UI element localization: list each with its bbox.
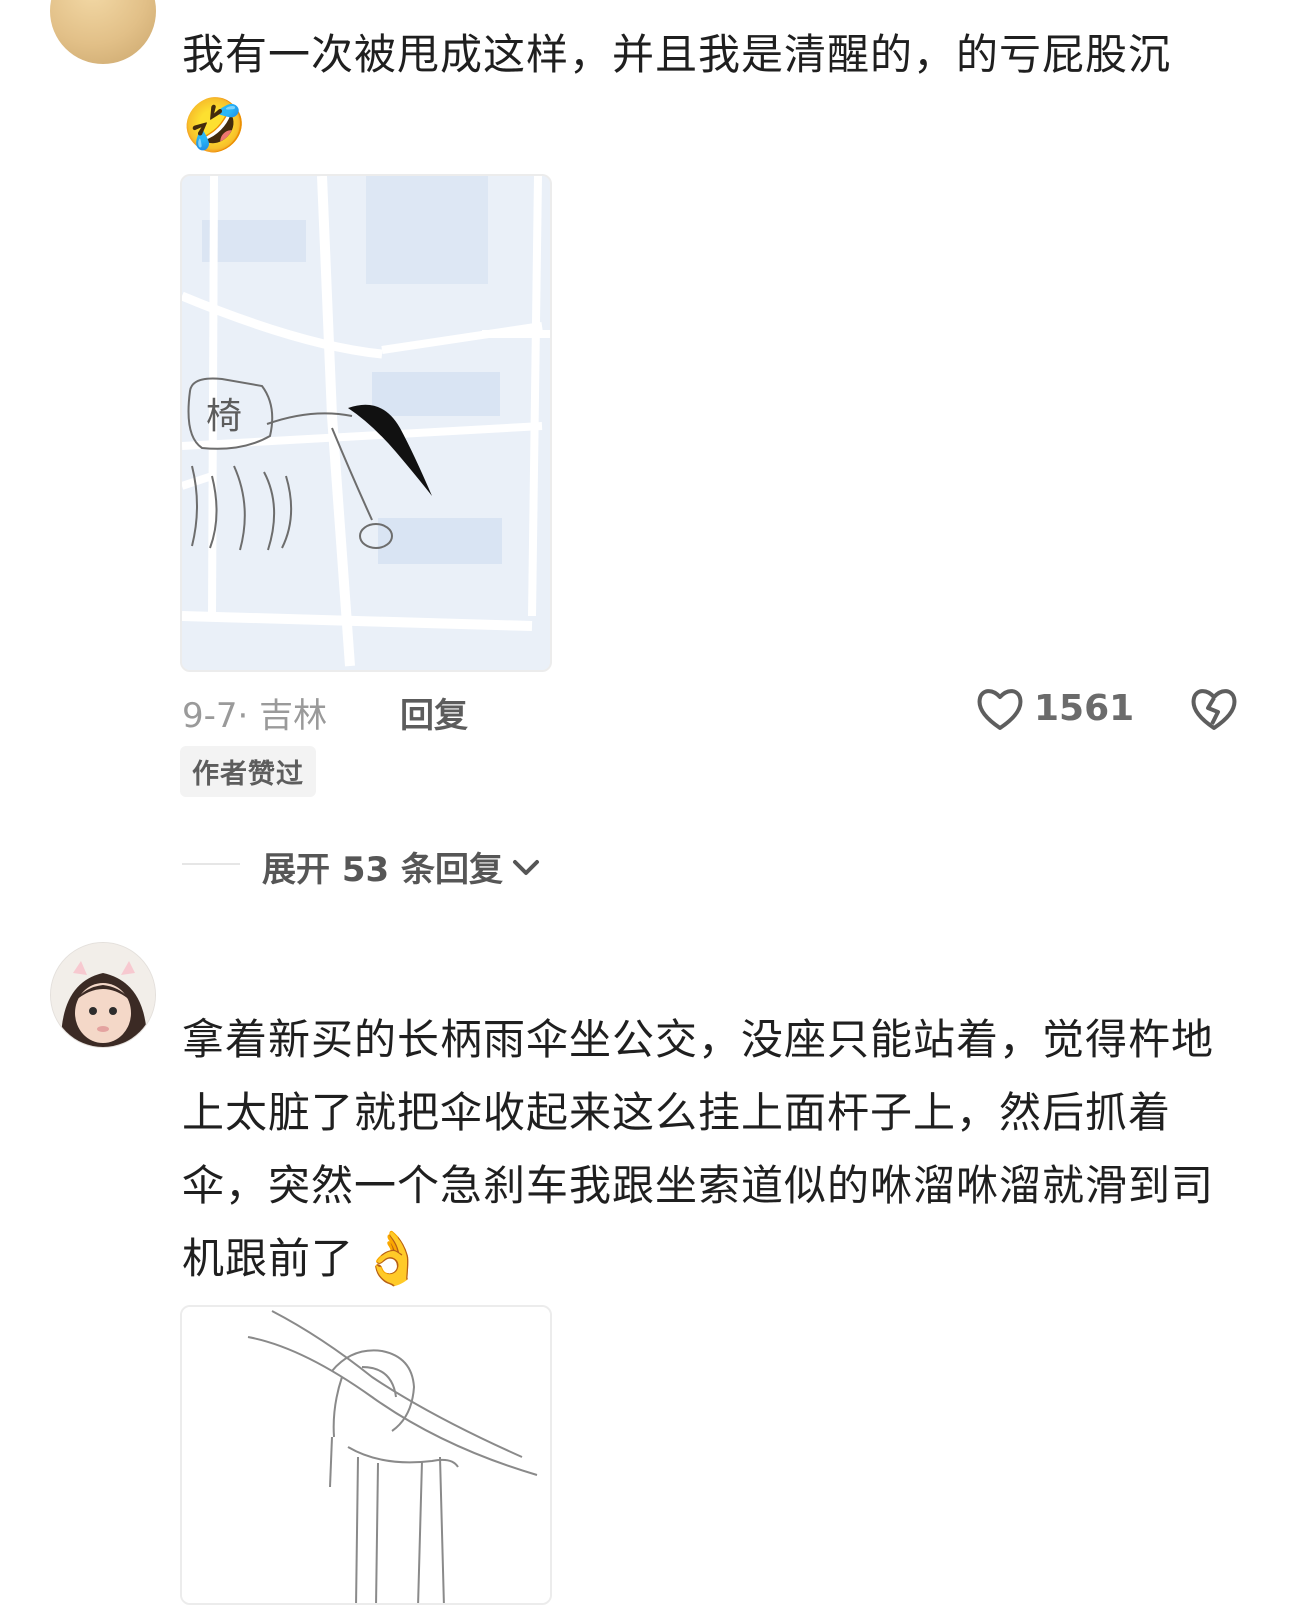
ok-hand-emoji-icon: 👌 (360, 1228, 426, 1289)
comment-image[interactable]: 椅 (180, 174, 552, 672)
avatar[interactable] (50, 942, 156, 1048)
divider (182, 863, 240, 865)
chevron-down-icon (513, 859, 539, 875)
comment-line: 上太脏了就把伞收起来这么挂上面杆子上，然后抓着 (182, 1088, 1172, 1137)
comment-text: 我有一次被甩成这样，并且我是清醒的，的亏屁股沉 (182, 18, 1262, 91)
sketch-bus-image (182, 1307, 550, 1603)
chair-label: 椅 (206, 396, 242, 437)
sketch-map-image: 椅 (182, 176, 550, 670)
comment-line: 拿着新买的长柄雨伞坐公交，没座只能站着，觉得杵地 (182, 1015, 1215, 1064)
comment-line: 伞，突然一个急刹车我跟坐索道似的咻溜咻溜就滑到司 (182, 1161, 1215, 1210)
like-count: 1561 (1034, 688, 1135, 729)
comment-line: 机跟前了 👌 (182, 1222, 1272, 1295)
comment-image[interactable] (180, 1305, 552, 1605)
comment-text: 拿着新买的长柄雨伞坐公交，没座只能站着，觉得杵地 上太脏了就把伞收起来这么挂上面… (182, 1003, 1272, 1295)
author-liked-badge: 作者赞过 (180, 746, 316, 797)
comment-line-text: 机跟前了 (182, 1234, 355, 1283)
expand-replies-label: 展开 53 条回复 (262, 850, 503, 890)
heart-icon[interactable] (976, 686, 1024, 732)
comment-date-location: 9-7· 吉林 (182, 696, 328, 736)
reply-button[interactable]: 回复 (400, 688, 468, 737)
comment-body: 我有一次被甩成这样，并且我是清醒的，的亏屁股沉 (182, 30, 1172, 79)
rofl-emoji-icon: 🤣 (182, 96, 247, 156)
avatar[interactable] (50, 0, 156, 64)
expand-replies[interactable]: 展开 53 条回复 (262, 842, 543, 891)
broken-heart-icon[interactable] (1190, 686, 1238, 732)
